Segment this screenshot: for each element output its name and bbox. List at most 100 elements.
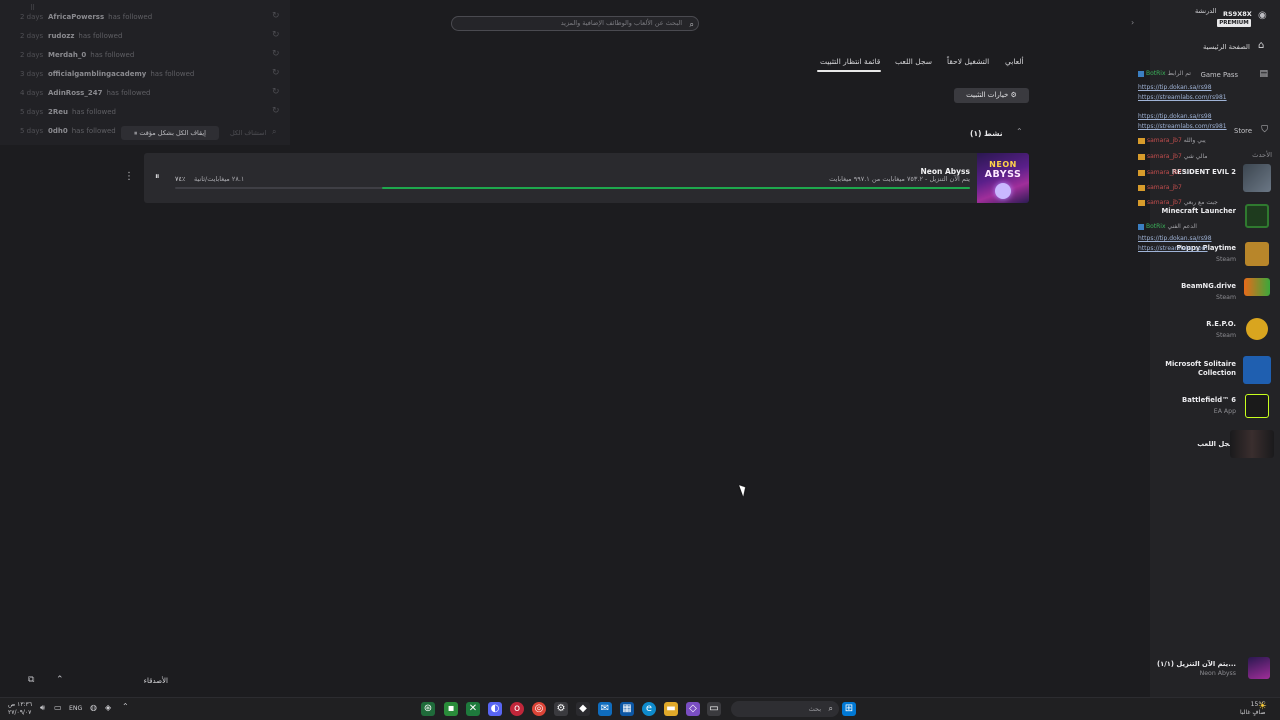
replay-icon[interactable]: ↻	[272, 106, 280, 116]
microphone-icon[interactable]: ◍	[90, 703, 97, 712]
follower-username: 0dh0	[48, 127, 68, 135]
taskbar-clock[interactable]: ١٣:٣٦ ص ٢٧/٠٩/٠٧	[8, 701, 32, 717]
neon-abyss-icon	[1248, 657, 1270, 679]
chat-user: samara_jb7	[1147, 184, 1182, 191]
search-icon[interactable]: ⌕	[272, 127, 276, 137]
volume-icon[interactable]: 🔊︎	[40, 703, 45, 713]
profile-avatar-icon[interactable]: ◉	[1258, 10, 1267, 21]
sub-badge-icon	[1138, 137, 1145, 144]
tab-play-later[interactable]: التشغيل لاحقاً	[947, 57, 989, 66]
chat-link[interactable]: https://streamlabs.com/rs981	[1138, 123, 1227, 130]
store-app-icon[interactable]: ▦	[620, 702, 634, 716]
shield-icon[interactable]: ◈	[105, 703, 111, 712]
chat-link[interactable]: https://tip.dokan.sa/rs98	[1138, 113, 1212, 120]
gear-icon: ⚙	[1010, 91, 1017, 99]
sidebar-item-home[interactable]: الصفحة الرئيسية	[1203, 43, 1250, 51]
tab-play-history[interactable]: سجل اللعب	[895, 57, 932, 66]
chevron-right-icon[interactable]: ›	[1131, 18, 1134, 27]
follower-action: has followed	[90, 51, 135, 59]
premium-badge: PREMIUM	[1217, 19, 1251, 27]
resident-evil-icon	[1243, 164, 1271, 192]
repo-icon	[1246, 318, 1268, 340]
taskbar-search[interactable]: بحث ⌕	[731, 701, 839, 717]
pause-icon[interactable]: ⏸	[155, 172, 160, 182]
chat-text: جبت مع ربعي	[1183, 199, 1218, 206]
play-history-thumbnail	[1230, 430, 1274, 458]
chat-text: ٦٧٠	[1183, 169, 1194, 176]
download-speed: ٢٨.١ ميغابايت/ثانية	[194, 175, 245, 183]
outlook-icon[interactable]: ✉	[598, 702, 612, 716]
android-studio-icon[interactable]: ▪	[444, 702, 458, 716]
install-options-button[interactable]: خيارات التثبيت ⚙	[954, 88, 1029, 103]
replay-icon[interactable]: ↻	[272, 30, 280, 40]
task-view-icon[interactable]: ▭	[707, 702, 721, 716]
chevron-up-icon[interactable]: ⌃	[56, 675, 64, 685]
game-title: R.E.P.O.	[1206, 320, 1236, 328]
sub-badge-icon	[1138, 169, 1145, 176]
replay-icon[interactable]: ↻	[272, 11, 280, 21]
minecraft-icon	[1245, 204, 1269, 228]
chat-user: BotRix	[1146, 70, 1166, 77]
sub-badge-icon	[1138, 199, 1145, 206]
tab-install-queue[interactable]: قائمة انتظار التثبيت	[820, 57, 880, 66]
follower-action: has followed	[72, 108, 116, 116]
user-gamertag: RS9X8X	[1223, 10, 1252, 18]
follower-row: 3 days officialgamblingacademy has follow…	[0, 65, 285, 84]
game-pass-icon[interactable]: ▤	[1259, 69, 1268, 79]
follower-row: 2 days rudozz has followed ↻	[0, 27, 285, 46]
chat-link[interactable]: https://streamlabs.com	[1138, 245, 1208, 252]
search-icon: ⌕	[689, 20, 694, 29]
download-card[interactable]: NEON ABYSS Neon Abyss يتم الآن التنزيل -…	[144, 153, 1029, 203]
resume-all-button[interactable]: استئناف الكل	[230, 129, 266, 137]
more-options-icon[interactable]: ⋮	[124, 171, 134, 182]
chat-link[interactable]: https://streamlabs.com/rs981	[1138, 94, 1227, 101]
follower-row: 4 days AdinRoss_247 has followed ↻	[0, 84, 285, 103]
popout-icon[interactable]: ⧉	[28, 675, 34, 685]
discord-icon[interactable]: ◐	[488, 702, 502, 716]
file-explorer-icon[interactable]: ▬	[664, 702, 678, 716]
game-title: Battlefield™ 6	[1182, 396, 1236, 404]
chrome-icon[interactable]: ◎	[532, 702, 546, 716]
search-input[interactable]: البحث عن الألعاب والوظائف الإضافية والمز…	[451, 16, 699, 31]
chat-link[interactable]: https://tip.dokan.sa/rs98	[1138, 84, 1212, 91]
chevron-up-icon[interactable]: ⌃	[1016, 127, 1023, 136]
copilot-icon[interactable]: ◇	[686, 702, 700, 716]
taskbar: ١٣:٣٦ ص ٢٧/٠٩/٠٧ 🔊︎ ▭ ENG ◍ ◈ ⌃ ⊛ ▪ ✕ ◐ …	[0, 697, 1280, 720]
follower-time: 4 days	[20, 89, 44, 97]
chat-message: samara_jb7 ٦٧٠	[1138, 169, 1193, 176]
chat-user: samara_jb7	[1147, 169, 1182, 176]
home-icon[interactable]: ⌂	[1258, 40, 1264, 51]
tab-my-games[interactable]: ألعابي	[1005, 57, 1024, 66]
settings-icon[interactable]: ⚙	[554, 702, 568, 716]
chevron-up-icon[interactable]: ⌃	[122, 702, 129, 711]
active-section-title: نشط (١)	[970, 129, 1003, 138]
language-indicator[interactable]: ENG	[69, 705, 82, 712]
edge-icon[interactable]: e	[642, 702, 656, 716]
taskbar-search-label: بحث	[808, 705, 821, 713]
recent-label: الأحدث	[1252, 151, 1272, 159]
xbox-app-icon[interactable]: ⊛	[421, 702, 435, 716]
friends-bar[interactable]: ⧉ ⌃ الأصدقاء	[16, 671, 172, 691]
steam-icon[interactable]: ◆	[576, 702, 590, 716]
follower-time: 2 days	[20, 13, 44, 21]
follower-time: 5 days	[20, 127, 44, 135]
pause-all-button[interactable]: ⏸ إيقاف الكل بشكل مؤقت	[121, 126, 219, 140]
store-icon[interactable]: ⛉	[1261, 125, 1268, 135]
chat-link[interactable]: https://tip.dokan.sa/rs98	[1138, 235, 1212, 242]
follower-row: 2 days AfricaPowerss has followed ↻	[0, 8, 285, 27]
clock-time: ١٣:٣٦ ص	[8, 701, 33, 708]
active-tab-indicator	[817, 70, 881, 72]
game-platform: EA App	[1213, 408, 1236, 415]
chat-message: samara_jb7 جبت مع ربعي	[1138, 199, 1218, 206]
download-percent: ٧٤٪	[175, 175, 186, 183]
network-icon[interactable]: ▭	[54, 703, 62, 712]
excel-icon[interactable]: ✕	[466, 702, 480, 716]
replay-icon[interactable]: ↻	[272, 68, 280, 78]
replay-icon[interactable]: ↻	[272, 49, 280, 59]
start-icon[interactable]: ⊞	[842, 702, 856, 716]
follower-row: 2 days Merdah_0 has followed ↻	[0, 46, 285, 65]
chat-overlay: BotRix تم الرابط https://tip.dokan.sa/rs…	[1133, 62, 1243, 297]
replay-icon[interactable]: ↻	[272, 87, 280, 97]
opera-icon[interactable]: o	[510, 702, 524, 716]
sub-badge-icon	[1138, 153, 1145, 160]
